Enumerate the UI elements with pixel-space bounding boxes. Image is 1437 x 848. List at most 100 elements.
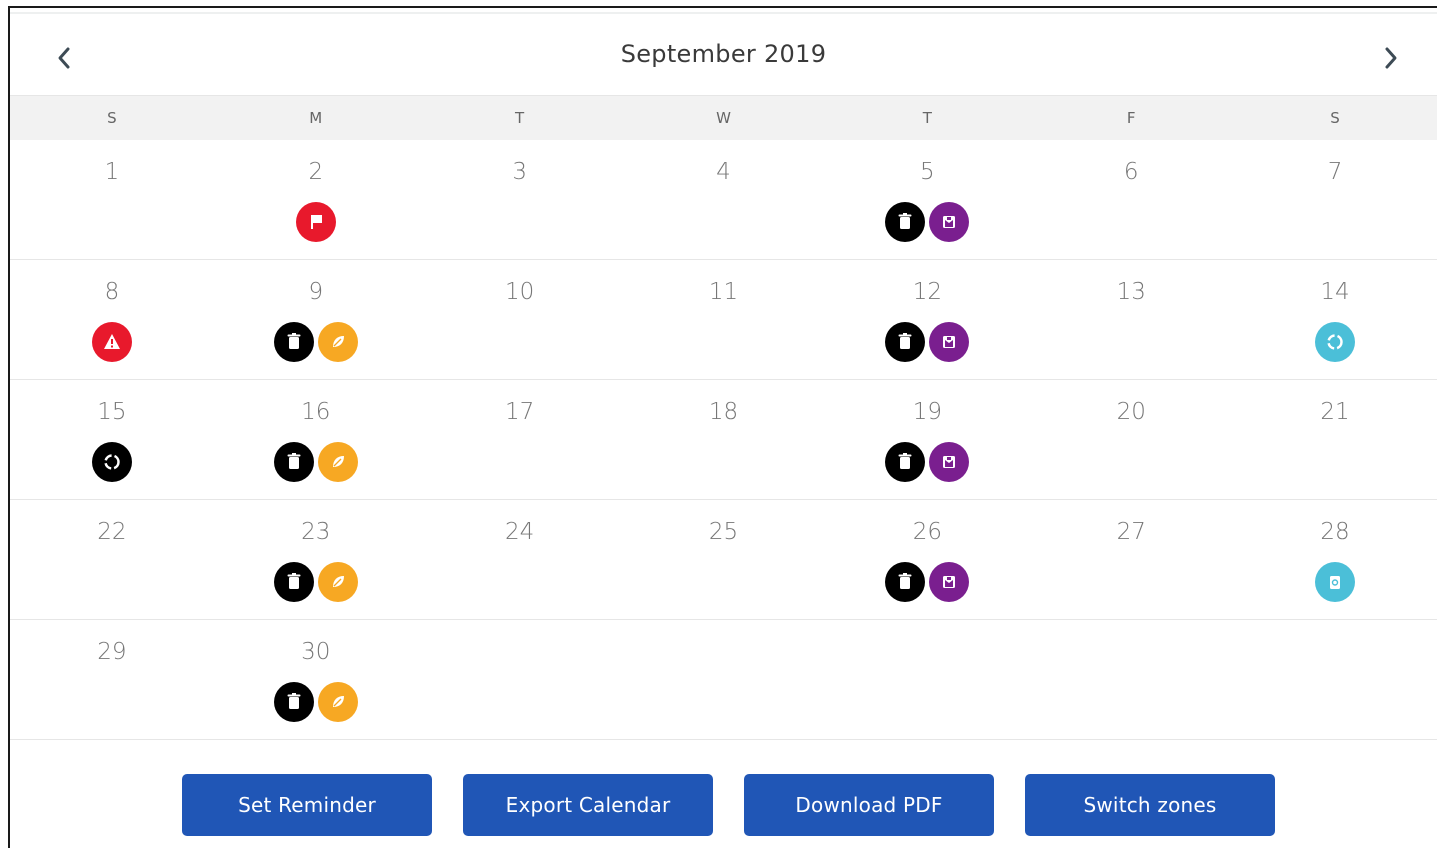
collection-icons bbox=[214, 202, 418, 242]
day-cell[interactable]: 7 bbox=[1233, 140, 1437, 259]
day-cell[interactable]: 24 bbox=[418, 500, 622, 619]
day-cell[interactable]: 4 bbox=[622, 140, 826, 259]
day-number: 15 bbox=[97, 399, 127, 425]
collection-icons bbox=[10, 322, 214, 362]
day-cell[interactable]: 23 bbox=[214, 500, 418, 619]
day-cell[interactable]: 16 bbox=[214, 380, 418, 499]
trash-bin-icon[interactable] bbox=[273, 442, 314, 482]
leaf-icon[interactable] bbox=[317, 442, 358, 482]
day-cell[interactable]: 2 bbox=[214, 140, 418, 259]
trash-bin-icon[interactable] bbox=[885, 322, 926, 362]
trash-bin-icon[interactable] bbox=[273, 322, 314, 362]
trash-bin-icon[interactable] bbox=[885, 562, 926, 602]
trash-bin-icon[interactable] bbox=[885, 442, 926, 482]
month-title: September 2019 bbox=[620, 40, 827, 68]
bulky-item-icon[interactable] bbox=[929, 442, 970, 482]
weekday-label: M bbox=[309, 109, 323, 127]
collection-icons bbox=[214, 322, 418, 362]
day-cell[interactable]: 13 bbox=[1029, 260, 1233, 379]
day-number: 30 bbox=[301, 639, 331, 665]
collection-icons bbox=[1233, 562, 1437, 602]
recycle-bin-teal-icon[interactable] bbox=[1315, 562, 1356, 602]
weekday-label: S bbox=[107, 109, 117, 127]
day-number: 29 bbox=[97, 639, 127, 665]
day-number: 10 bbox=[504, 279, 535, 305]
day-number: 5 bbox=[920, 159, 935, 185]
export-calendar-button[interactable]: Export Calendar bbox=[463, 774, 713, 836]
day-number: 16 bbox=[301, 399, 331, 425]
day-number: 17 bbox=[504, 399, 535, 425]
collection-icons bbox=[1233, 322, 1437, 362]
recycle-teal-icon[interactable] bbox=[1315, 322, 1356, 362]
day-number: 22 bbox=[97, 519, 127, 545]
leaf-icon[interactable] bbox=[317, 322, 358, 362]
flag-icon[interactable] bbox=[295, 202, 336, 242]
day-cell[interactable]: 12 bbox=[825, 260, 1029, 379]
day-number: 28 bbox=[1320, 519, 1350, 545]
day-cell[interactable]: 25 bbox=[622, 500, 826, 619]
day-cell[interactable]: 21 bbox=[1233, 380, 1437, 499]
day-cell[interactable]: 28 bbox=[1233, 500, 1437, 619]
trash-bin-icon[interactable] bbox=[885, 202, 926, 242]
day-cell[interactable]: 3 bbox=[418, 140, 622, 259]
day-cell[interactable]: 17 bbox=[418, 380, 622, 499]
week-row: 15 16 17 18 19 20 21 bbox=[10, 380, 1437, 500]
day-cell[interactable]: 9 bbox=[214, 260, 418, 379]
bulky-item-icon[interactable] bbox=[929, 202, 970, 242]
day-cell[interactable]: 15 bbox=[10, 380, 214, 499]
day-cell[interactable]: 20 bbox=[1029, 380, 1233, 499]
day-cell[interactable]: 1 bbox=[10, 140, 214, 259]
weekday-label: W bbox=[716, 109, 731, 127]
set-reminder-button[interactable]: Set Reminder bbox=[182, 774, 432, 836]
next-month-button[interactable] bbox=[1371, 38, 1411, 78]
recycle-black-icon[interactable] bbox=[91, 442, 132, 482]
day-number: 11 bbox=[708, 279, 739, 305]
day-cell[interactable]: 19 bbox=[825, 380, 1029, 499]
day-cell[interactable]: 30 bbox=[214, 620, 418, 739]
day-number: 26 bbox=[912, 519, 942, 545]
warning-icon[interactable] bbox=[91, 322, 132, 362]
weekday-label: S bbox=[1330, 109, 1340, 127]
day-cell[interactable]: 8 bbox=[10, 260, 214, 379]
day-number: 9 bbox=[308, 279, 324, 305]
bulky-item-icon[interactable] bbox=[929, 322, 970, 362]
day-number: 20 bbox=[1116, 399, 1146, 425]
day-number: 24 bbox=[504, 519, 535, 545]
leaf-icon[interactable] bbox=[317, 562, 358, 602]
trash-bin-icon[interactable] bbox=[273, 682, 314, 722]
collection-icons bbox=[825, 202, 1029, 242]
weekday-label: F bbox=[1126, 109, 1136, 127]
day-cell[interactable]: 10 bbox=[418, 260, 622, 379]
collection-icons bbox=[825, 562, 1029, 602]
download-pdf-button[interactable]: Download PDF bbox=[744, 774, 994, 836]
weekday-label: T bbox=[922, 109, 932, 127]
day-cell[interactable]: 29 bbox=[10, 620, 214, 739]
day-cell[interactable]: 14 bbox=[1233, 260, 1437, 379]
day-cell[interactable]: 22 bbox=[10, 500, 214, 619]
day-cell[interactable]: 27 bbox=[1029, 500, 1233, 619]
day-number: 3 bbox=[512, 159, 527, 185]
day-cell[interactable]: 11 bbox=[622, 260, 826, 379]
day-cell[interactable]: 6 bbox=[1029, 140, 1233, 259]
collection-icons bbox=[825, 322, 1029, 362]
day-number: 8 bbox=[104, 279, 120, 305]
week-row: 29 30 bbox=[10, 620, 1437, 740]
empty-day-cell bbox=[825, 620, 1029, 739]
day-cell[interactable]: 26 bbox=[825, 500, 1029, 619]
chevron-right-icon bbox=[1385, 47, 1397, 69]
action-bar: Set Reminder Export Calendar Download PD… bbox=[182, 774, 1275, 836]
day-number: 21 bbox=[1320, 399, 1350, 425]
collection-icons bbox=[10, 442, 214, 482]
day-cell[interactable]: 5 bbox=[825, 140, 1029, 259]
calendar-header: September 2019 bbox=[10, 16, 1437, 96]
bulky-item-icon[interactable] bbox=[929, 562, 970, 602]
empty-day-cell bbox=[1029, 620, 1233, 739]
switch-zones-button[interactable]: Switch zones bbox=[1025, 774, 1275, 836]
collection-icons bbox=[825, 442, 1029, 482]
top-strip bbox=[10, 8, 1437, 14]
leaf-icon[interactable] bbox=[317, 682, 358, 722]
collection-icons bbox=[214, 562, 418, 602]
trash-bin-icon[interactable] bbox=[273, 562, 314, 602]
day-cell[interactable]: 18 bbox=[622, 380, 826, 499]
day-number: 23 bbox=[301, 519, 331, 545]
